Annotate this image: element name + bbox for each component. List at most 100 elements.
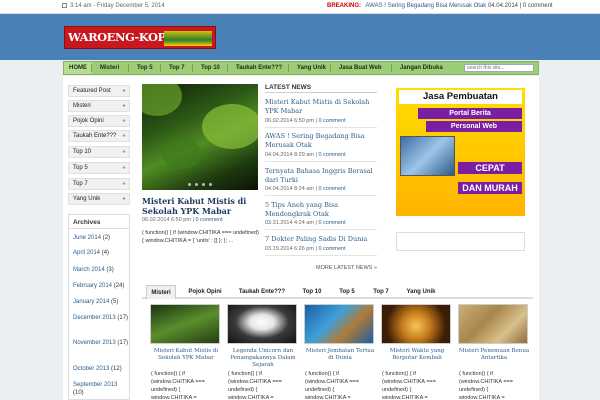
post-excerpt: ( function() { if (window.CHITIKA === un… <box>382 371 436 400</box>
archive-link[interactable]: November 2013 (17) <box>73 339 129 347</box>
latest-news-meta: 04.04.2014 8:29 am | 0 comment <box>265 152 346 158</box>
latest-news-meta: 06.02.2014 6:50 pm | 0 comment <box>265 118 346 124</box>
latest-news-link[interactable]: 5 Tips Aneh yang Bisa Mendongkrak Otak <box>265 201 380 219</box>
category-label: Featured Post <box>73 88 111 94</box>
ad-line: Portal Berita <box>418 108 522 119</box>
nav-top5[interactable]: Top 5 <box>132 62 158 74</box>
arrow-right-icon: ▸ <box>122 88 126 94</box>
ad-line: DAN MURAH <box>458 182 522 194</box>
calendar-icon <box>62 3 67 8</box>
nav-top10[interactable]: Top 10 <box>196 62 225 74</box>
category-label: Taukah Ente??? <box>73 133 117 139</box>
comments-link[interactable]: 0 comment <box>318 246 345 252</box>
more-latest-news-link[interactable]: MORE LATEST NEWS » <box>316 265 377 271</box>
latest-news-link[interactable]: AWAS ! Sering Begadang Bisa Merusak Otak <box>265 132 380 150</box>
category-label: Misteri <box>73 103 91 109</box>
latest-news-meta: 03.19.2014 6:26 pm | 0 comment <box>265 246 346 252</box>
post-thumbnail[interactable] <box>381 304 451 344</box>
comments-link[interactable]: 0 comment <box>318 152 345 158</box>
post-title[interactable]: Misteri Waktu yang Berputar Kembali <box>381 348 453 370</box>
tab-post: Legenda Unicorn dan Penampakannya Dalam … <box>227 304 299 400</box>
post-thumbnail[interactable] <box>227 304 297 344</box>
nav-divider <box>192 64 193 72</box>
category-top10[interactable]: Top 10 ▸ <box>68 146 130 158</box>
post-title[interactable]: Misteri Jembatan Tertua di Dunia <box>304 348 376 370</box>
comments-link[interactable]: 0 comment <box>318 186 345 192</box>
category-label: Top 5 <box>73 165 88 171</box>
nav-home[interactable]: HOME <box>64 62 92 74</box>
tab-top7[interactable]: Top 7 <box>366 285 396 299</box>
site-header: WAROENG-KOPI.COM <box>0 14 600 60</box>
tab-misteri[interactable]: Misteri <box>146 285 176 299</box>
category-top5[interactable]: Top 5 ▸ <box>68 162 130 174</box>
ad-banner[interactable]: Jasa Pembuatan Portal Berita Personal We… <box>396 88 525 216</box>
latest-news-link[interactable]: Ternyata Bahasa Inggris Berasal dari Tur… <box>265 167 380 185</box>
archive-link[interactable]: March 2014 (3) <box>73 266 129 274</box>
post-excerpt: ( function() { if (window.CHITIKA === un… <box>305 371 359 400</box>
nav-jasa-buat-web[interactable]: Jasa Buat Web <box>334 62 387 74</box>
nav-divider <box>128 64 129 72</box>
nav-divider <box>160 64 161 72</box>
category-pojok-opini[interactable]: Pojok Opini ▸ <box>68 115 130 127</box>
category-tabs: Misteri Pojok Opini Taukah Ente??? Top 1… <box>142 285 533 299</box>
featured-slider-image[interactable] <box>142 84 258 190</box>
ad-screens-image <box>400 136 455 176</box>
nav-top7[interactable]: Top 7 <box>164 62 190 74</box>
archive-link[interactable]: April 2014 (4) <box>73 249 129 257</box>
tab-top10[interactable]: Top 10 <box>296 285 328 299</box>
featured-meta: 06.02.2014 6:50 pm | 0 comment <box>142 217 223 223</box>
post-thumbnail[interactable] <box>458 304 528 344</box>
tab-pojok-opini[interactable]: Pojok Opini <box>182 285 228 299</box>
archive-link[interactable]: September 2013 (10) <box>73 381 129 397</box>
tab-taukah-ente[interactable]: Taukah Ente??? <box>234 285 290 299</box>
arrow-right-icon: ▸ <box>122 165 126 171</box>
arrow-right-icon: ▸ <box>122 149 126 155</box>
latest-news-link[interactable]: Misteri Kabut Mistis di Sekolah YPK Maba… <box>265 98 380 116</box>
post-thumbnail[interactable] <box>150 304 220 344</box>
nav-misteri[interactable]: Misteri <box>95 62 124 74</box>
comments-link[interactable]: 0 comment <box>318 118 345 124</box>
top-bar: 3:14 am - Friday December 5, 2014 BREAKI… <box>0 0 600 14</box>
comments-link[interactable]: 0 comment <box>318 220 345 226</box>
ad-line: Jasa Pembuatan <box>399 90 522 104</box>
tab-top5[interactable]: Top 5 <box>334 285 360 299</box>
archive-link[interactable]: January 2014 (5) <box>73 298 129 306</box>
latest-news-link[interactable]: 7 Dokter Paling Sadis Di Dunia <box>265 235 380 244</box>
site-logo[interactable]: WAROENG-KOPI.COM <box>64 26 216 49</box>
nav-taukah-ente[interactable]: Taukah Ente??? <box>231 62 287 74</box>
archive-link[interactable]: February 2014 (24) <box>73 282 129 290</box>
featured-comments[interactable]: 0 comment <box>195 217 222 223</box>
featured-title[interactable]: Misteri Kabut Mistis di Sekolah YPK Maba… <box>142 196 260 216</box>
post-title[interactable]: Misteri Penemuan Benua Antartika <box>458 348 530 370</box>
archive-link[interactable]: June 2014 (2) <box>73 234 129 242</box>
category-top7[interactable]: Top 7 ▸ <box>68 178 130 190</box>
nav-yang-unik[interactable]: Yang Unik <box>292 62 331 74</box>
breaking-news: BREAKING: AWAS ! Sering Begadang Bisa Me… <box>327 3 553 9</box>
nav-divider <box>288 64 289 72</box>
slider-dots[interactable] <box>186 182 214 188</box>
ad-line: Personal Web <box>426 121 522 132</box>
main-nav: HOME Misteri Top 5 Top 7 Top 10 Taukah E… <box>63 61 539 75</box>
post-title[interactable]: Misteri Kabut Mistis di Sekolah YPK Maba… <box>150 348 222 370</box>
category-featured-post[interactable]: Featured Post ▸ <box>68 85 130 97</box>
nav-divider <box>91 64 92 72</box>
search-input[interactable] <box>464 64 534 72</box>
nav-jangan-dibuka[interactable]: Jangan Dibuka <box>395 62 448 74</box>
breaking-link[interactable]: AWAS ! Sering Begadang Bisa Merusak Otak <box>365 3 486 9</box>
category-taukah-ente[interactable]: Taukah Ente??? ▸ <box>68 130 130 142</box>
divider <box>265 195 377 196</box>
category-yang-unik[interactable]: Yang Unik ▸ <box>68 193 130 205</box>
archive-link[interactable]: December 2013 (17) <box>73 314 129 322</box>
breaking-comments[interactable]: 0 comment <box>523 3 553 9</box>
tab-yang-unik[interactable]: Yang Unik <box>400 285 442 299</box>
category-misteri[interactable]: Misteri ▸ <box>68 100 130 112</box>
tab-post: Misteri Waktu yang Berputar Kembali ( fu… <box>381 304 453 400</box>
latest-news-meta: 04.04.2014 8:24 am | 0 comment <box>265 186 346 192</box>
featured-excerpt: ( function() { if (window.CHITIKA === un… <box>142 230 259 244</box>
arrow-right-icon: ▸ <box>122 133 126 139</box>
post-title[interactable]: Legenda Unicorn dan Penampakannya Dalam … <box>227 348 299 370</box>
ad-placeholder <box>396 232 525 251</box>
divider <box>265 229 377 230</box>
archive-link[interactable]: October 2013 (12) <box>73 365 129 373</box>
post-thumbnail[interactable] <box>304 304 374 344</box>
